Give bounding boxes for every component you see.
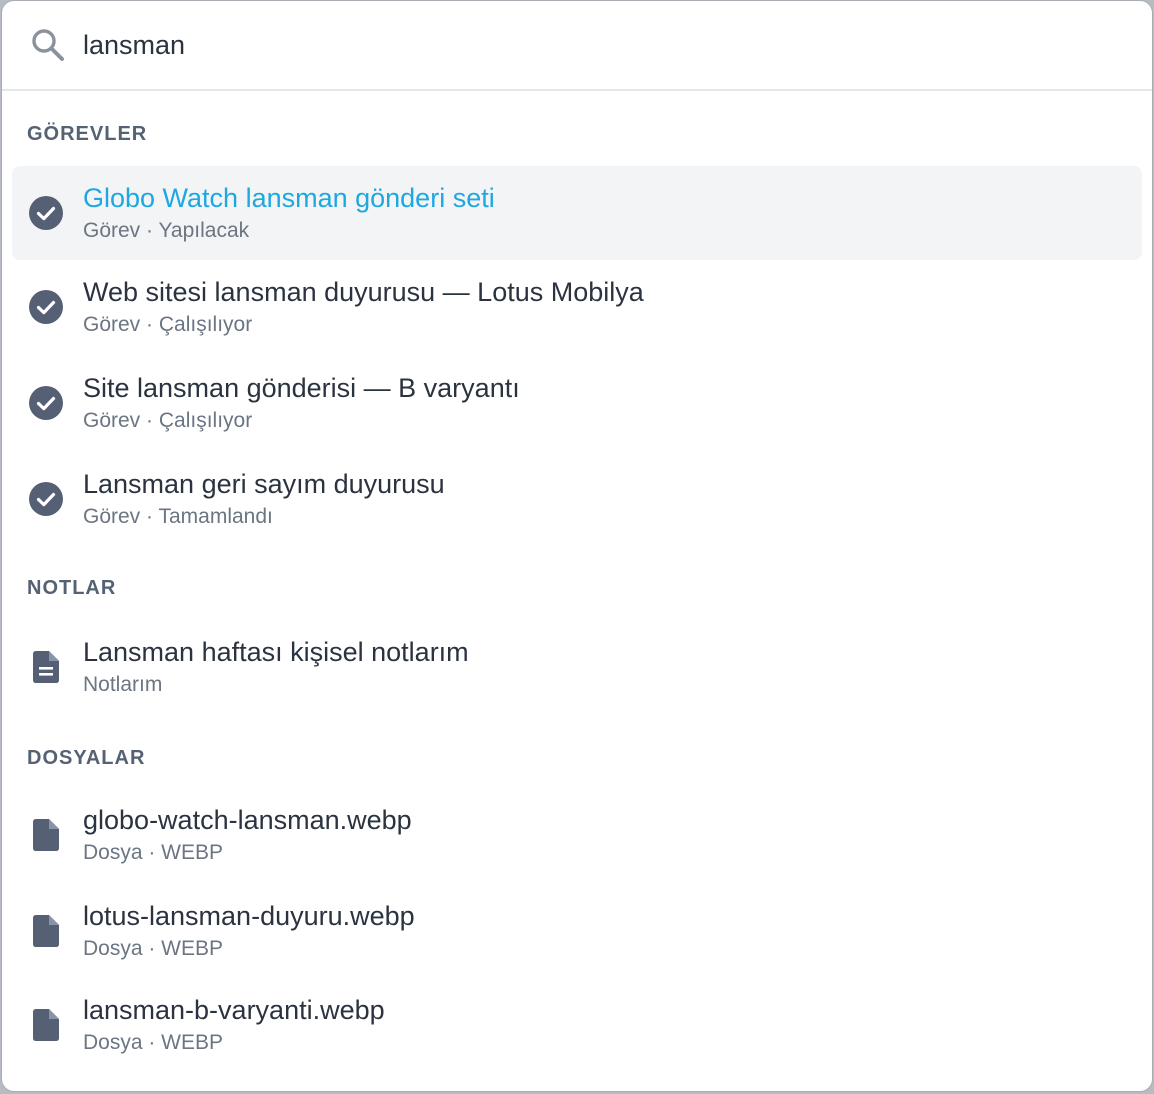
file-icon	[28, 817, 64, 853]
result-item[interactable]: Lansman haftası kişisel notlarım Notları…	[12, 620, 1142, 714]
check-circle-icon	[28, 289, 64, 325]
result-subtitle: Dosya · WEBP	[83, 937, 224, 960]
result-title: Globo Watch lansman gönderi seti	[83, 183, 495, 213]
check-circle-icon	[28, 195, 64, 231]
result-item[interactable]: Lansman geri sayım duyurusu Görev · Tama…	[12, 452, 1142, 546]
section-header-tasks: GÖREVLER	[27, 123, 148, 145]
result-item[interactable]: Globo Watch lansman gönderi seti Görev ·…	[12, 166, 1142, 260]
result-title: globo-watch-lansman.webp	[83, 805, 412, 835]
result-subtitle: Dosya · WEBP	[83, 1031, 224, 1054]
result-subtitle: Notlarım	[83, 673, 163, 696]
result-subtitle: Görev · Çalışılıyor	[83, 313, 253, 336]
result-item[interactable]: globo-watch-lansman.webp Dosya · WEBP	[12, 788, 1142, 882]
file-icon	[28, 913, 64, 949]
result-title: lansman-b-varyanti.webp	[83, 995, 385, 1025]
result-subtitle: Görev · Tamamlandı	[83, 505, 273, 528]
command-palette: GÖREVLER Globo Watch lansman gönderi set…	[2, 1, 1152, 1091]
file-icon	[28, 1007, 64, 1043]
check-circle-icon	[28, 385, 64, 421]
check-circle-icon	[28, 481, 64, 517]
result-title: Lansman geri sayım duyurusu	[83, 469, 445, 499]
result-item[interactable]: Site lansman gönderisi — B varyantı Göre…	[12, 356, 1142, 450]
section-header-files: DOSYALAR	[27, 747, 146, 769]
search-input[interactable]	[83, 29, 1083, 61]
result-item[interactable]: Web sitesi lansman duyurusu — Lotus Mobi…	[12, 260, 1142, 354]
result-subtitle: Görev · Yapılacak	[83, 219, 250, 242]
section-header-notes: NOTLAR	[27, 577, 117, 599]
result-title: Web sitesi lansman duyurusu — Lotus Mobi…	[83, 277, 644, 307]
result-title: lotus-lansman-duyuru.webp	[83, 901, 415, 931]
result-title: Site lansman gönderisi — B varyantı	[83, 373, 520, 403]
result-title: Lansman haftası kişisel notlarım	[83, 637, 469, 667]
result-item[interactable]: lansman-b-varyanti.webp Dosya · WEBP	[12, 978, 1142, 1072]
result-subtitle: Görev · Çalışılıyor	[83, 409, 253, 432]
search-icon	[28, 25, 68, 65]
note-icon	[28, 649, 64, 685]
search-bar	[2, 1, 1152, 91]
result-subtitle: Dosya · WEBP	[83, 841, 224, 864]
result-item[interactable]: lotus-lansman-duyuru.webp Dosya · WEBP	[12, 884, 1142, 978]
